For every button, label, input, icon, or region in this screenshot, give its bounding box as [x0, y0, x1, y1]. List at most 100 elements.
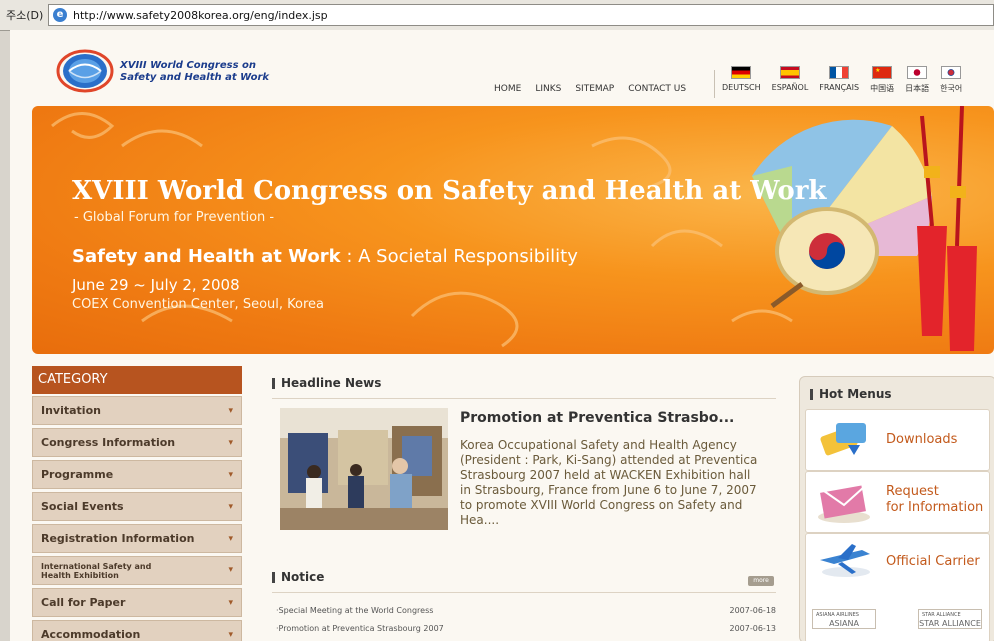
congress-logo-text[interactable]: XVIII World Congress on Safety and Healt…	[120, 60, 269, 84]
category-item-congress-information[interactable]: Congress Information ▾	[32, 428, 242, 457]
logo-line-2: Safety and Health at Work	[120, 72, 270, 83]
top-navigation: HOME LINKS SITEMAP CONTACT US	[494, 84, 686, 94]
star-alliance-top-label: STAR ALLIANCE	[922, 612, 961, 618]
korean-fan-and-drum-icon	[752, 106, 977, 351]
headline-header-label: Headline News	[281, 376, 382, 390]
korean-flag-icon	[941, 66, 962, 79]
notice-title[interactable]: ·Special Meeting at the World Congress	[276, 606, 433, 615]
arrow-icon: ▾	[228, 533, 233, 544]
category-item-accommodation[interactable]: Accommodation ▾	[32, 620, 242, 641]
theme-bold: Safety and Health at Work	[72, 246, 341, 267]
star-alliance-logo[interactable]: STAR ALLIANCE STAR ALLIANCE	[918, 609, 982, 629]
asiana-airlines-logo[interactable]: ASIANA AIRLINES ASIANA	[812, 609, 876, 629]
category-label: Accommodation	[41, 628, 141, 641]
arrow-icon: ▾	[228, 405, 233, 416]
nav-sitemap-link[interactable]: SITEMAP	[575, 84, 614, 94]
nav-links-link[interactable]: LINKS	[535, 84, 561, 94]
japanese-flag-icon	[907, 66, 928, 79]
download-icon	[820, 423, 866, 456]
lang-chinese[interactable]: ★ 中国语	[870, 66, 894, 94]
lang-label: ESPAÑOL	[771, 83, 809, 92]
notice-header-label: Notice	[281, 570, 325, 584]
arrow-icon: ▾	[228, 437, 233, 448]
lang-francais[interactable]: FRANÇAIS	[819, 66, 859, 94]
category-label: International Safety and Health Exhibiti…	[41, 561, 152, 580]
url-text[interactable]: http://www.safety2008korea.org/eng/index…	[73, 9, 328, 22]
banner-subtitle: - Global Forum for Prevention -	[74, 210, 275, 225]
chinese-flag-icon: ★	[872, 66, 893, 79]
divider	[272, 398, 776, 399]
asiana-label: ASIANA	[829, 619, 859, 628]
hero-banner: XVIII World Congress on Safety and Healt…	[32, 106, 994, 354]
asiana-top-label: ASIANA AIRLINES	[816, 612, 859, 618]
bullet-icon	[272, 571, 275, 583]
headline-news-title[interactable]: Promotion at Preventica Strasbo...	[460, 410, 734, 426]
lang-espanol[interactable]: ESPAÑOL	[771, 66, 809, 94]
banner-dates: June 29 ~ July 2, 2008	[72, 276, 240, 294]
category-label: Social Events	[41, 500, 124, 513]
category-label: Congress Information	[41, 436, 176, 449]
category-item-social-events[interactable]: Social Events ▾	[32, 492, 242, 521]
lang-korean[interactable]: 한국어	[940, 66, 962, 94]
request-label-line-1: Request	[886, 484, 939, 499]
address-label: 주소(D)	[6, 9, 44, 22]
headline-news-header: Headline News	[272, 376, 381, 390]
category-label: Registration Information	[41, 532, 195, 545]
lang-label: DEUTSCH	[722, 83, 761, 92]
star-alliance-label: STAR ALLIANCE	[919, 619, 981, 628]
category-label: Programme	[41, 468, 114, 481]
lang-deutsch[interactable]: DEUTSCH	[722, 66, 761, 94]
web-page: XVIII World Congress on Safety and Healt…	[10, 30, 994, 641]
spanish-flag-icon	[779, 66, 800, 79]
request-label-line-2: for Information	[886, 500, 984, 515]
nav-home-link[interactable]: HOME	[494, 84, 521, 94]
language-selector: DEUTSCH ESPAÑOL FRANÇAIS ★ 中国语 日本語 한국어	[722, 66, 962, 94]
lang-label: FRANÇAIS	[819, 83, 860, 92]
category-label: Invitation	[41, 404, 101, 417]
notice-date: 2007-06-13	[729, 624, 777, 633]
theme-rest: : A Societal Responsibility	[340, 246, 578, 267]
category-label: Call for Paper	[41, 596, 126, 609]
french-flag-icon	[829, 66, 850, 79]
category-item-programme[interactable]: Programme ▾	[32, 460, 242, 489]
headline-news-body[interactable]: Korea Occupational Safety and Health Age…	[460, 438, 760, 528]
airplane-icon	[820, 544, 870, 577]
request-information-button[interactable]: Request for Information	[805, 471, 990, 533]
arrow-icon: ▾	[228, 597, 233, 608]
hot-menus-panel: Hot Menus Downloads Request for Informat…	[799, 376, 994, 641]
banner-title: XVIII World Congress on Safety and Healt…	[72, 176, 827, 206]
lang-label: 中国语	[870, 84, 895, 93]
banner-venue: COEX Convention Center, Seoul, Korea	[72, 297, 324, 312]
hot-menus-header: Hot Menus	[810, 387, 892, 401]
congress-logo-icon[interactable]	[55, 48, 115, 94]
nav-contact-link[interactable]: CONTACT US	[628, 84, 686, 94]
ie-page-icon: e	[53, 8, 67, 22]
logo-line-1: XVIII World Congress on	[120, 60, 257, 71]
lang-label: 日本語	[905, 84, 930, 93]
bullet-icon	[810, 388, 813, 400]
lang-japanese[interactable]: 日本語	[905, 66, 929, 94]
divider	[272, 592, 776, 593]
official-carrier-label: Official Carrier	[886, 554, 980, 569]
url-field[interactable]: e http://www.safety2008korea.org/eng/ind…	[48, 4, 994, 26]
lang-label: 한국어	[940, 84, 963, 93]
notice-row[interactable]: ·Special Meeting at the World Congress 20…	[276, 606, 776, 615]
category-item-exhibition[interactable]: International Safety and Health Exhibiti…	[32, 556, 242, 585]
german-flag-icon	[731, 66, 752, 79]
notice-title[interactable]: ·Promotion at Preventica Strasbourg 2007	[276, 624, 444, 633]
notice-more-button[interactable]: more	[748, 576, 774, 586]
news-photo[interactable]	[280, 408, 448, 530]
category-menu: Invitation ▾ Congress Information ▾ Progra…	[32, 396, 242, 641]
bullet-icon	[272, 377, 275, 389]
category-header: CATEGORY	[32, 366, 242, 394]
notice-row[interactable]: ·Promotion at Preventica Strasbourg 2007…	[276, 624, 776, 633]
downloads-label: Downloads	[886, 432, 958, 447]
nav-divider	[714, 70, 715, 98]
envelope-icon	[818, 485, 870, 523]
arrow-icon: ▾	[228, 501, 233, 512]
category-item-registration[interactable]: Registration Information ▾	[32, 524, 242, 553]
browser-address-bar: 주소(D) e http://www.safety2008korea.org/e…	[0, 0, 994, 31]
category-item-call-for-paper[interactable]: Call for Paper ▾	[32, 588, 242, 617]
category-item-invitation[interactable]: Invitation ▾	[32, 396, 242, 425]
downloads-button[interactable]: Downloads	[805, 409, 990, 471]
